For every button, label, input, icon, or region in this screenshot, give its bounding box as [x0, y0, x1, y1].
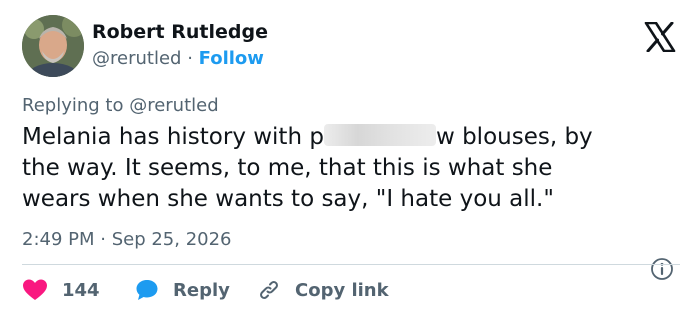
- like-count: 144: [62, 279, 100, 301]
- tweet-line-2: the way. It seems, to me, that this is w…: [22, 155, 553, 181]
- like-button[interactable]: 144: [22, 276, 100, 304]
- author-handle[interactable]: @rerutled: [92, 48, 181, 69]
- reply-label: Reply: [173, 279, 230, 301]
- author-meta: @rerutled · Follow: [92, 48, 264, 69]
- redacted-blur: [323, 124, 436, 146]
- speech-bubble-icon: [136, 280, 158, 300]
- timestamp[interactable]: 2:49 PM · Sep 25, 2026: [22, 229, 232, 250]
- avatar[interactable]: [22, 15, 84, 77]
- follow-button[interactable]: Follow: [199, 48, 264, 69]
- copy-link-label: Copy link: [295, 279, 389, 301]
- copy-link-button[interactable]: Copy link: [257, 276, 389, 304]
- x-logo-icon[interactable]: [644, 22, 676, 52]
- meta-separator: ·: [187, 48, 193, 69]
- info-icon[interactable]: [650, 257, 674, 281]
- reply-button[interactable]: Reply: [135, 276, 230, 304]
- divider: [22, 264, 680, 265]
- reply-context: Replying to @rerutled: [22, 95, 219, 116]
- author-name[interactable]: Robert Rutledge: [92, 21, 268, 43]
- link-icon: [260, 281, 278, 299]
- heart-icon: [23, 279, 47, 300]
- tweet-line-3: wears when she wants to say, "I hate you…: [22, 186, 554, 212]
- tweet-text: Melania has history with pw blouses, by …: [22, 122, 682, 215]
- action-bar: 144 Reply Copy link: [22, 276, 522, 304]
- tweet-line-1: Melania has history with pw blouses, by: [22, 124, 593, 150]
